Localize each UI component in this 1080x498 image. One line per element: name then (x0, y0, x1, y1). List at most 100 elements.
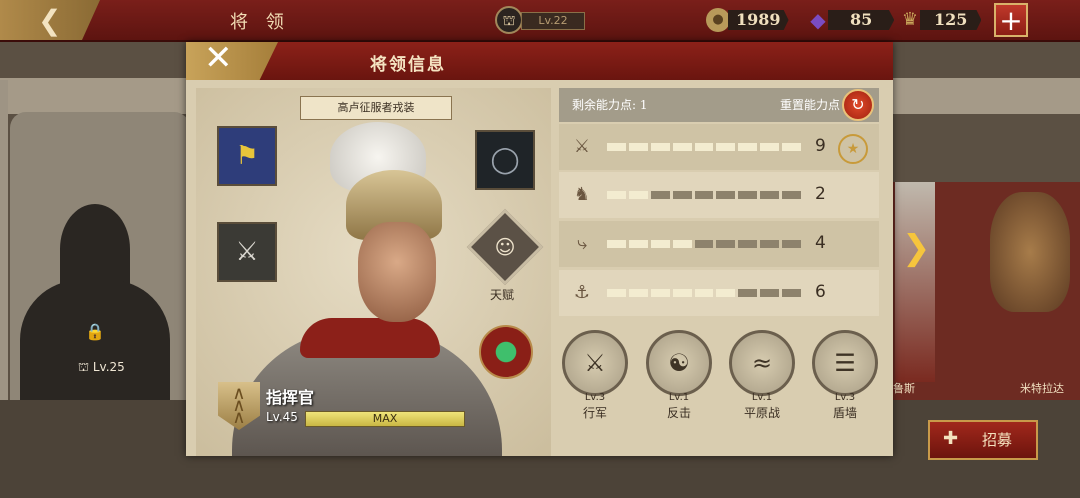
medal-counter[interactable]: ♛ 125 (898, 8, 988, 32)
stat-segment (716, 240, 736, 248)
stat-segment (716, 143, 736, 151)
stat-segment (782, 289, 801, 297)
stat-segment (694, 289, 714, 297)
anchor-icon: ⚓ (573, 282, 591, 303)
bow-icon: ⤷ (576, 233, 588, 254)
skill-counterattack[interactable]: ☯ (646, 330, 712, 396)
reset-points-button[interactable]: ↻ (842, 89, 874, 121)
shield-wall-icon: ☰ (834, 349, 856, 377)
stat-segment (716, 289, 736, 297)
recruit-icon: ✚ (943, 428, 959, 449)
stat-bar (607, 191, 801, 199)
weapon-equipment-slot[interactable]: ⚔ (217, 222, 277, 282)
talent-label: 天赋 (490, 288, 515, 302)
shield-equipment-slot[interactable]: ◯ (475, 130, 535, 190)
skill-shield-wall[interactable]: ☰ (812, 330, 878, 396)
remaining-points-value: 1 (639, 98, 648, 112)
stat-segment (607, 143, 626, 151)
stat-bar (607, 240, 801, 248)
stat-segment (607, 289, 626, 297)
stat-segment (650, 143, 670, 151)
skill-shield-wall-name: 盾墙 (832, 406, 857, 420)
stat-bar (607, 289, 801, 297)
skill-march-level: Lv.3 (584, 392, 606, 403)
counterattack-icon: ☯ (668, 349, 690, 377)
dialog-header (186, 42, 893, 80)
skill-counterattack-name: 反击 (666, 406, 691, 420)
purple-gem-icon: ◆ (810, 8, 826, 32)
stat-segment (760, 240, 780, 248)
player-level[interactable]: ⛫ Lv.22 (495, 6, 590, 34)
stat-segment (650, 191, 670, 199)
stat-value: 4 (815, 233, 826, 253)
stat-segment (672, 240, 692, 248)
coin-icon: ● (706, 8, 730, 32)
hero-cape (300, 318, 440, 358)
rank-name: 指挥官 (266, 388, 315, 407)
coin-value: 1989 (728, 10, 789, 30)
stat-segment (738, 240, 758, 248)
stat-segment (650, 289, 670, 297)
stat-value: 9 (815, 136, 826, 156)
gem-slot[interactable] (479, 325, 533, 379)
skill-plains-level: Lv.1 (751, 392, 773, 403)
temple-icon: ⛫ (495, 6, 523, 34)
skill-plains[interactable]: ≈ (729, 330, 795, 396)
sword-icon: ⚔ (573, 136, 591, 157)
banner-equipment-slot[interactable]: ⚑ (217, 126, 277, 186)
march-icon: ⚔ (584, 349, 606, 377)
stat-segment (628, 240, 648, 248)
stat-row-archer[interactable]: ⤷ 4 (559, 221, 879, 267)
next-arrow-icon[interactable]: ❯ (902, 228, 931, 268)
stat-segment (694, 143, 714, 151)
general-portrait-helmet[interactable] (895, 182, 935, 382)
stat-row-navy[interactable]: ⚓ 6 (559, 270, 879, 316)
skill-shield-wall-level: Lv.3 (834, 392, 856, 403)
stat-segment (716, 191, 736, 199)
stat-segment (782, 240, 801, 248)
star-laurel-icon: ★ (838, 134, 868, 164)
stat-segment (782, 191, 801, 199)
stat-segment (738, 143, 758, 151)
general-name-2: 米特拉达 (1020, 382, 1064, 395)
gem-counter[interactable]: ◆ 85 (806, 8, 895, 32)
stat-segment (760, 191, 780, 199)
lock-icon: 🔒 (85, 322, 105, 341)
stat-value: 2 (815, 184, 826, 204)
general-name-1: 鲁斯 (893, 382, 915, 395)
skin-tag[interactable]: 高卢征服者戎装 (300, 96, 452, 120)
remaining-points-text: 剩余能力点: (572, 98, 637, 112)
skill-counterattack-level: Lv.1 (668, 392, 690, 403)
skill-plains-name: 平原战 (743, 406, 780, 420)
player-level-label: Lv.22 (521, 12, 585, 30)
stat-segment (738, 289, 758, 297)
skill-march[interactable]: ⚔ (562, 330, 628, 396)
general-portrait-lion[interactable] (990, 192, 1070, 312)
stat-segment (760, 289, 780, 297)
rank-chevron-icon: ∧ ∧ ∧ (232, 383, 246, 428)
skill-march-name: 行军 (582, 406, 607, 420)
stat-segment (607, 191, 626, 199)
stat-row-infantry[interactable]: ⚔ 9 (559, 124, 879, 170)
hero-face (358, 222, 436, 322)
close-icon: ✕ (204, 38, 233, 78)
stat-segment (760, 143, 780, 151)
stat-row-cavalry[interactable]: ♞ 2 (559, 172, 879, 218)
locked-level-label: ⛫ Lv.25 (78, 360, 125, 374)
plains-icon: ≈ (751, 349, 773, 377)
stat-segment (694, 240, 714, 248)
stat-segment (628, 289, 648, 297)
stat-segment (672, 143, 692, 151)
stat-value: 6 (815, 282, 826, 302)
stat-segment (782, 143, 801, 151)
stat-segment (694, 191, 714, 199)
back-arrow-icon: ❮ (38, 4, 62, 37)
stat-segment (672, 289, 692, 297)
background-pillar (0, 80, 8, 410)
remaining-points-label: 剩余能力点: 1 (572, 96, 648, 113)
add-resource-button[interactable]: + (994, 3, 1028, 37)
stat-segment (607, 240, 626, 248)
banner-icon: ⚑ (235, 141, 259, 171)
coin-counter[interactable]: ● 1989 (706, 8, 794, 32)
stat-segment (628, 191, 648, 199)
